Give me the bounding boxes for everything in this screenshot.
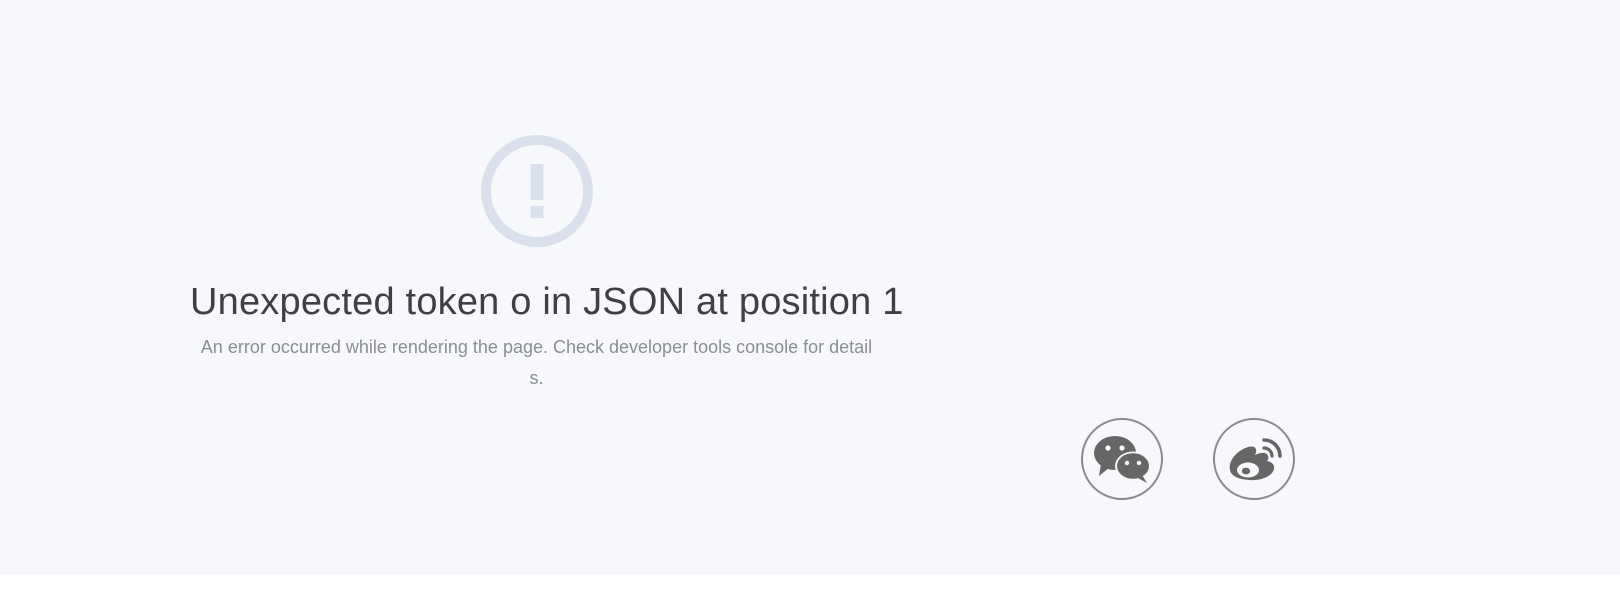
error-title: Unexpected token o in JSON at position 1 [190,281,904,323]
weibo-button[interactable] [1213,418,1295,500]
exclamation-circle-icon [480,135,593,247]
wechat-button[interactable] [1081,418,1163,500]
weibo-icon [1229,438,1282,481]
wechat-icon [1094,436,1151,483]
error-panel: Unexpected token o in JSON at position 1… [190,134,904,394]
error-description: An error occurred while rendering the pa… [200,337,873,388]
